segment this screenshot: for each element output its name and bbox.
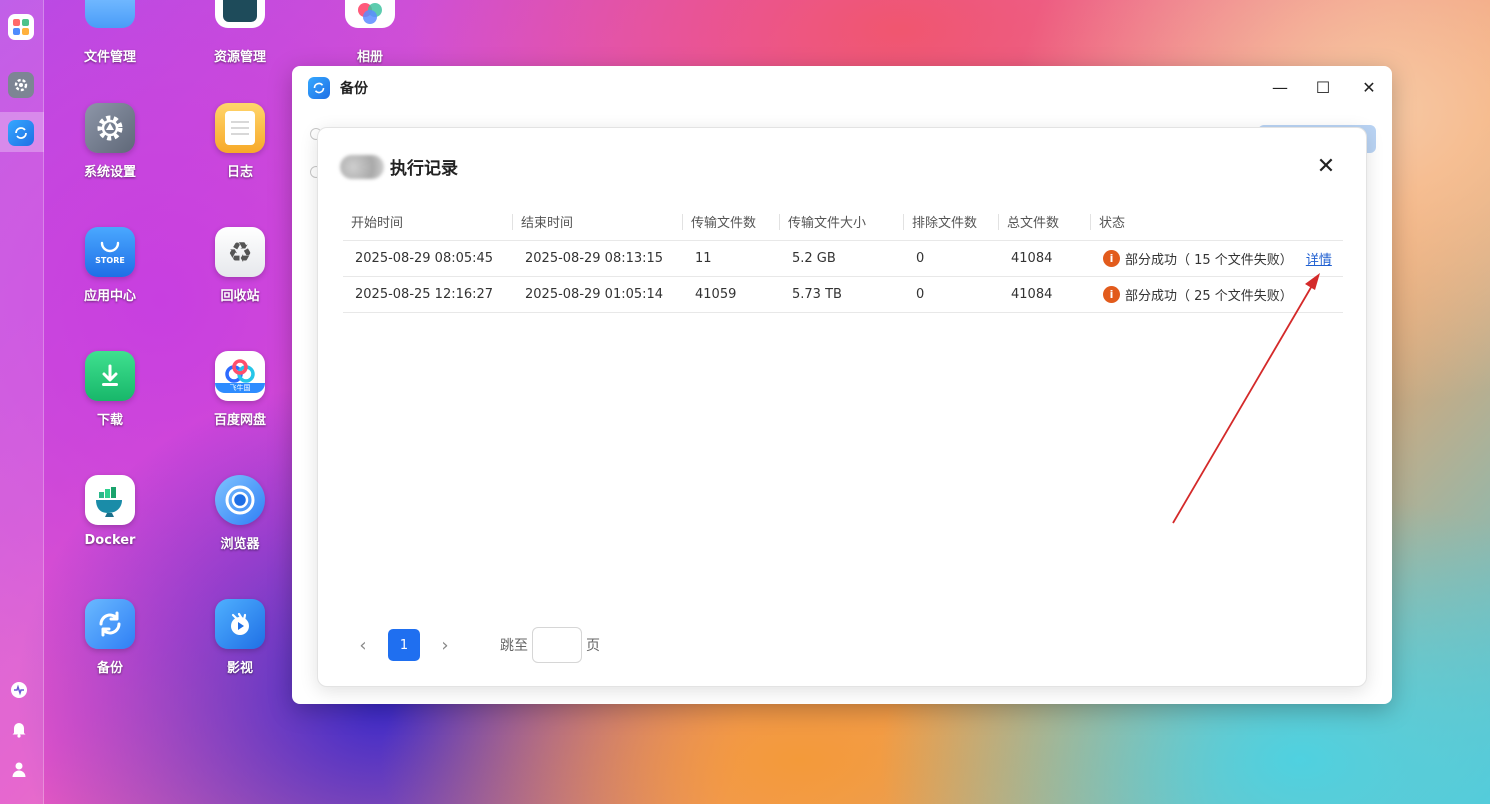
- details-link[interactable]: 详情: [1306, 249, 1332, 268]
- end-time-cell: 2025-08-29 01:05:14: [513, 276, 683, 313]
- column-header: 传输文件数: [683, 204, 780, 241]
- desktop-icon-label: 应用中心: [83, 289, 136, 304]
- desktop-icon-recycle-bin[interactable]: ♻ 回收站: [190, 227, 290, 304]
- desktop-icon-backup[interactable]: 备份: [60, 599, 160, 676]
- desktop-icon-download[interactable]: 下载: [60, 351, 160, 428]
- app-launcher-icon[interactable]: [8, 14, 34, 40]
- photos-icon[interactable]: [345, 0, 395, 28]
- left-rail: [0, 0, 44, 804]
- transfer-size-cell: 5.2 GB: [780, 240, 904, 277]
- desktop-icon-label: 日志: [226, 165, 253, 180]
- desktop-icon-label: 相册: [356, 50, 383, 65]
- desktop-icon-label: 影视: [226, 661, 253, 676]
- blurred-task-name: [340, 154, 384, 179]
- total-count-cell: 41084: [999, 240, 1091, 277]
- film-play-icon: [215, 599, 265, 649]
- store-badge: STORE: [95, 255, 125, 265]
- table-row: 2025-08-29 08:05:45 2025-08-29 08:13:15 …: [343, 240, 1343, 277]
- dialog-title: 执行记录: [390, 159, 458, 179]
- cloud-icon: 飞牛国: [215, 351, 265, 401]
- column-header: 开始时间: [343, 204, 513, 241]
- desktop-icon-label: 下载: [96, 413, 123, 428]
- table-header-row: 开始时间 结束时间 传输文件数 传输文件大小 排除文件数 总文件数 状态: [343, 204, 1343, 241]
- netdisk-badge: 飞牛国: [215, 383, 265, 393]
- page-unit-label: 页: [586, 638, 600, 654]
- maximize-button[interactable]: ☐: [1309, 76, 1337, 98]
- start-time-cell: 2025-08-29 08:05:45: [343, 240, 513, 277]
- store-bag-icon: STORE: [85, 227, 135, 277]
- warning-icon: i: [1103, 285, 1120, 303]
- desktop-icon-label: 备份: [96, 661, 123, 676]
- column-header: 传输文件大小: [780, 204, 904, 241]
- start-time-cell: 2025-08-25 12:16:27: [343, 276, 513, 313]
- browser-icon: [215, 475, 265, 525]
- excluded-count-cell: 0: [904, 276, 999, 313]
- status-text: 部分成功（ 25 个文件失败）: [1125, 288, 1293, 304]
- desktop-icon-baidu-netdisk[interactable]: 飞牛国 百度网盘: [190, 351, 290, 428]
- gear-icon: [85, 103, 135, 153]
- execution-records-dialog: 执行记录 ✕ 开始时间 结束时间 传输文件数 传输文件大小 排除文件数 总文件数…: [317, 127, 1367, 687]
- status-cell: i 部分成功（ 15 个文件失败） 详情: [1091, 240, 1343, 277]
- close-window-button[interactable]: ✕: [1355, 76, 1383, 98]
- table-row: 2025-08-25 12:16:27 2025-08-29 01:05:14 …: [343, 276, 1343, 313]
- transfer-count-cell: 11: [683, 240, 780, 277]
- window-titlebar: 备份: [308, 76, 368, 100]
- download-icon: [85, 351, 135, 401]
- desktop-icon-label: 浏览器: [220, 537, 260, 552]
- transfer-count-cell: 41059: [683, 276, 780, 313]
- recycle-icon: ♻: [215, 227, 265, 277]
- rail-user-icon[interactable]: [8, 758, 30, 780]
- window-title: 备份: [340, 81, 368, 97]
- dialog-header: 执行记录: [340, 154, 458, 179]
- desktop-icon-label: 百度网盘: [213, 413, 266, 428]
- dialog-close-button[interactable]: ✕: [1314, 154, 1338, 179]
- next-page-button[interactable]: ›: [432, 632, 458, 658]
- transfer-size-cell: 5.73 TB: [780, 276, 904, 313]
- desktop-icon-label: 系统设置: [83, 165, 136, 180]
- minimize-button[interactable]: —: [1266, 76, 1294, 98]
- resource-manager-icon[interactable]: [215, 0, 265, 28]
- desktop-icon-label: 回收站: [220, 289, 260, 304]
- file-manager-icon[interactable]: [85, 0, 135, 28]
- rail-activity-icon[interactable]: [8, 679, 30, 701]
- records-table: 开始时间 结束时间 传输文件数 传输文件大小 排除文件数 总文件数 状态 202…: [343, 204, 1343, 313]
- jump-page-input[interactable]: [532, 627, 582, 663]
- jump-to-label: 跳至: [500, 638, 528, 654]
- excluded-count-cell: 0: [904, 240, 999, 277]
- notepad-icon: [215, 103, 265, 153]
- desktop-icon-app-center[interactable]: STORE 应用中心: [60, 227, 160, 304]
- column-header: 排除文件数: [904, 204, 999, 241]
- warning-icon: i: [1103, 249, 1120, 267]
- desktop-icon-label: Docker: [84, 533, 136, 548]
- column-header: 总文件数: [999, 204, 1091, 241]
- desktop-icon-docker[interactable]: Docker: [60, 475, 160, 548]
- desktop-icon-video[interactable]: 影视: [190, 599, 290, 676]
- column-header: 状态: [1091, 204, 1343, 241]
- desktop-icon-logs[interactable]: 日志: [190, 103, 290, 180]
- desktop-icon-browser[interactable]: 浏览器: [190, 475, 290, 552]
- sync-icon: [85, 599, 135, 649]
- desktop-icon-label: 资源管理: [213, 50, 266, 65]
- status-cell: i 部分成功（ 25 个文件失败）: [1091, 276, 1343, 313]
- end-time-cell: 2025-08-29 08:13:15: [513, 240, 683, 277]
- backup-app-icon: [308, 77, 330, 99]
- prev-page-button[interactable]: ‹: [350, 632, 376, 658]
- docker-icon: [85, 475, 135, 525]
- desktop-icon-label: 文件管理: [83, 50, 136, 65]
- page-1-button[interactable]: 1: [388, 629, 420, 661]
- rail-backup-icon[interactable]: [8, 120, 34, 146]
- rail-settings-icon[interactable]: [8, 72, 34, 98]
- pagination: ‹ 1 › 跳至 页: [350, 627, 600, 663]
- rail-bell-icon[interactable]: [8, 718, 30, 740]
- total-count-cell: 41084: [999, 276, 1091, 313]
- column-header: 结束时间: [513, 204, 683, 241]
- status-text: 部分成功（ 15 个文件失败）: [1125, 252, 1293, 268]
- desktop-icon-system-settings[interactable]: 系统设置: [60, 103, 160, 180]
